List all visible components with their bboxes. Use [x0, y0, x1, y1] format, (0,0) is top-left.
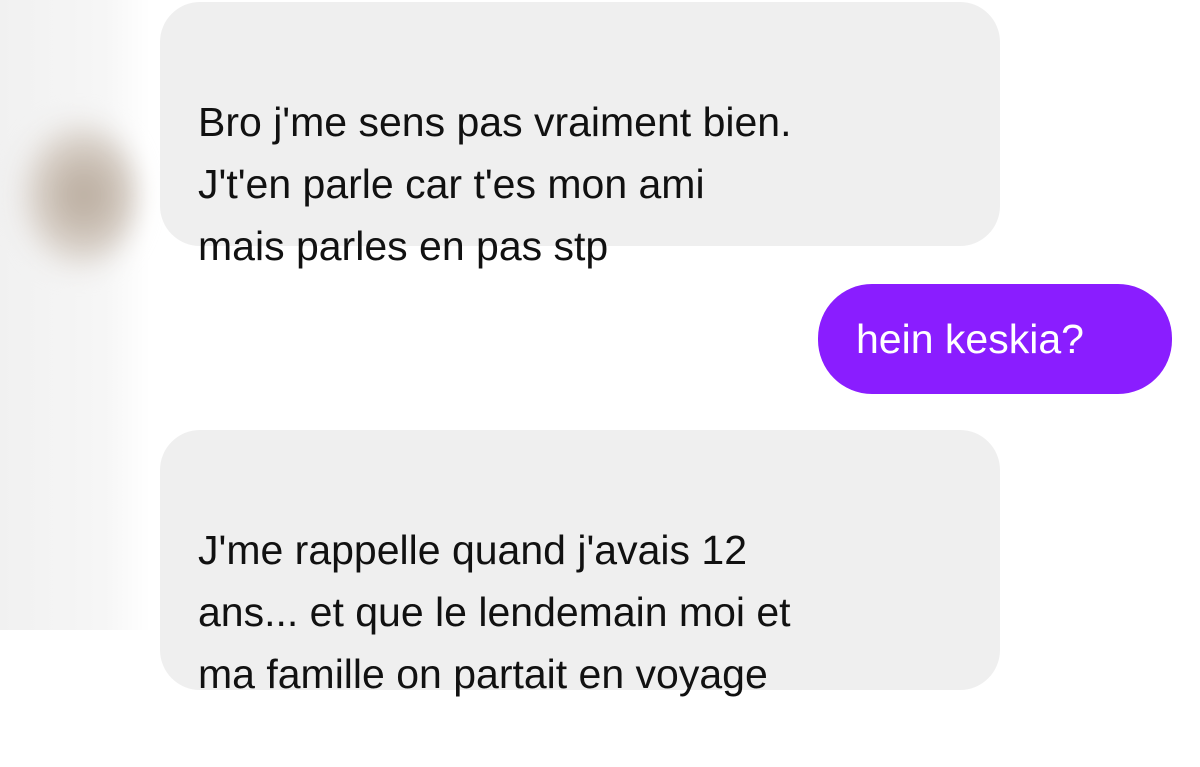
message-text: hein keskia?: [856, 316, 1084, 362]
message-text: J'me rappelle quand j'avais 12 ans... et…: [198, 527, 791, 697]
message-bubble-outgoing[interactable]: hein keskia?: [818, 284, 1172, 394]
message-bubble-incoming[interactable]: J'me rappelle quand j'avais 12 ans... et…: [160, 430, 1000, 697]
avatar[interactable]: [18, 120, 138, 270]
message-text: Bro j'me sens pas vraiment bien. J't'en …: [198, 99, 792, 269]
message-bubble-incoming[interactable]: Bro j'me sens pas vraiment bien. J't'en …: [160, 2, 1000, 269]
contact-avatar-column: [0, 0, 150, 630]
